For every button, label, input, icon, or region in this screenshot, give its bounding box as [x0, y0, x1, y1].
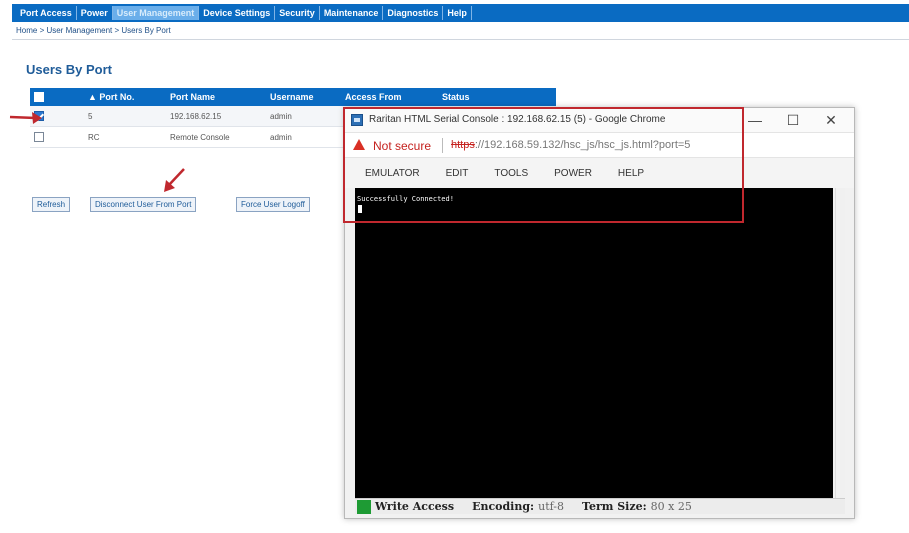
cell-port-no: 5: [88, 111, 93, 121]
maximize-icon[interactable]: ☐: [775, 111, 811, 129]
breadcrumb[interactable]: Home > User Management > Users By Port: [16, 26, 171, 35]
cell-port-no: RC: [88, 132, 100, 142]
window-title-bar[interactable]: Raritan HTML Serial Console : 192.168.62…: [345, 108, 854, 132]
breadcrumb-divider: [12, 39, 909, 40]
header-port-name[interactable]: Port Name: [170, 92, 270, 102]
console-menubar: EMULATOR EDIT TOOLS POWER HELP: [345, 158, 854, 188]
force-user-logoff-button[interactable]: Force User Logoff: [236, 197, 310, 212]
terminal-output: Successfully Connected!: [357, 195, 454, 203]
address-separator: [442, 138, 443, 153]
window-title: Raritan HTML Serial Console : 192.168.62…: [369, 114, 666, 125]
terminal-scrollbar[interactable]: [835, 188, 845, 498]
minimize-icon[interactable]: —: [737, 111, 773, 129]
menu-edit[interactable]: EDIT: [446, 168, 469, 179]
tab-security[interactable]: Security: [275, 6, 320, 20]
header-username[interactable]: Username: [270, 92, 345, 102]
row-checkbox[interactable]: [34, 132, 44, 142]
menu-help[interactable]: HELP: [618, 168, 644, 179]
select-all-checkbox[interactable]: [34, 92, 44, 102]
url-rest: ://192.168.59.132/hsc_js/hsc_js.html?por…: [474, 139, 691, 151]
url-text[interactable]: https://192.168.59.132/hsc_js/hsc_js.htm…: [451, 139, 690, 151]
tab-power[interactable]: Power: [77, 6, 113, 20]
cell-username: admin: [270, 111, 292, 121]
term-size-label: Term Size:: [582, 500, 647, 513]
tab-help[interactable]: Help: [443, 6, 472, 20]
table-header: ▲ Port No. Port Name Username Access Fro…: [30, 88, 556, 106]
header-port-no[interactable]: ▲ Port No.: [88, 92, 170, 102]
menu-emulator[interactable]: EMULATOR: [365, 168, 420, 179]
tab-diagnostics[interactable]: Diagnostics: [383, 6, 444, 20]
warning-icon: [353, 139, 365, 150]
cell-port-name: 192.168.62.15: [170, 111, 222, 121]
tab-user-management[interactable]: User Management: [112, 6, 200, 20]
refresh-button[interactable]: Refresh: [32, 197, 71, 212]
raritan-app-icon: [351, 114, 363, 126]
tab-maintenance[interactable]: Maintenance: [320, 6, 384, 20]
encoding-value: utf-8: [538, 500, 565, 513]
disconnect-user-button[interactable]: Disconnect User From Port: [90, 197, 197, 212]
cell-username: admin: [270, 132, 292, 142]
screenshot-root: Port Access Power User Management Device…: [0, 0, 909, 533]
cell-port-name: Remote Console: [170, 132, 230, 142]
serial-console-window: Raritan HTML Serial Console : 192.168.62…: [344, 107, 855, 519]
close-icon[interactable]: ✕: [813, 111, 849, 129]
url-scheme: https: [451, 139, 475, 151]
address-bar[interactable]: Not secure https://192.168.59.132/hsc_js…: [345, 132, 854, 158]
annotation-arrow-icon: [9, 112, 42, 124]
annotation-arrow-icon: [164, 168, 185, 192]
menu-power[interactable]: POWER: [554, 168, 592, 179]
not-secure-label[interactable]: Not secure: [373, 139, 431, 153]
term-size-value: 80 x 25: [650, 500, 692, 513]
terminal-cursor: [358, 205, 362, 213]
console-status-bar: Write Access Encoding: utf-8 Term Size: …: [355, 498, 845, 514]
header-access-from[interactable]: Access From: [345, 92, 442, 102]
encoding-label: Encoding:: [472, 500, 535, 513]
terminal-screen[interactable]: Successfully Connected!: [355, 188, 833, 498]
menu-tools[interactable]: TOOLS: [494, 168, 528, 179]
write-access-label: Write Access: [375, 500, 455, 513]
header-status[interactable]: Status: [442, 92, 522, 102]
tab-device-settings[interactable]: Device Settings: [199, 6, 276, 20]
tab-port-access[interactable]: Port Access: [16, 6, 77, 20]
top-nav: Port Access Power User Management Device…: [12, 4, 909, 22]
page-title: Users By Port: [26, 62, 112, 77]
header-select-all[interactable]: [30, 92, 88, 102]
write-access-indicator: [357, 499, 371, 514]
